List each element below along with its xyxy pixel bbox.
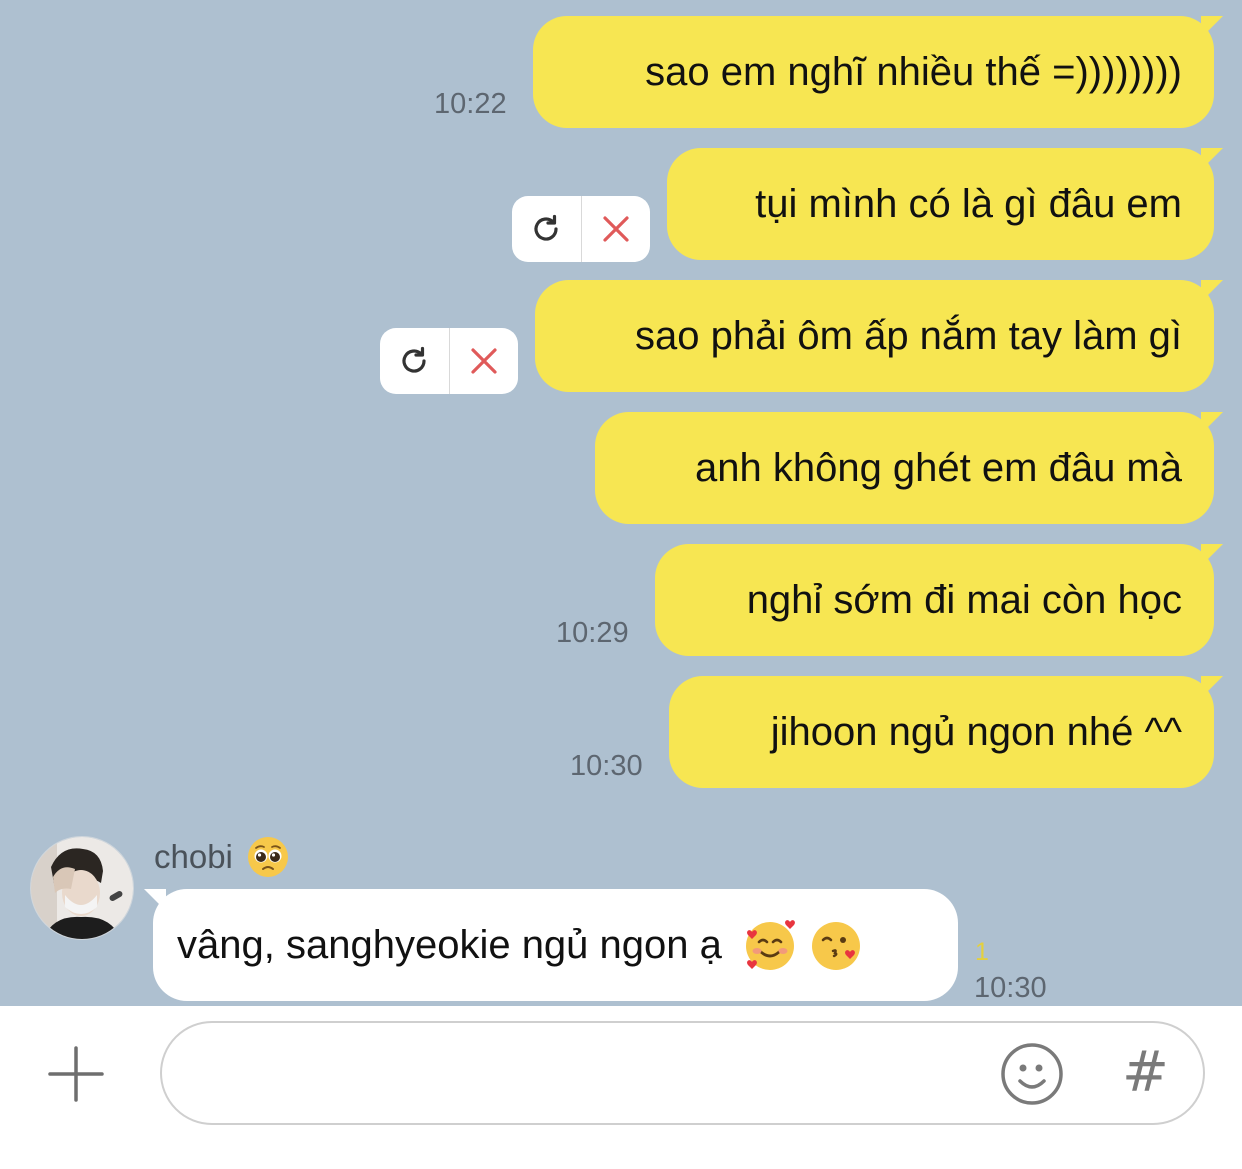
add-button[interactable]	[46, 1044, 106, 1104]
chat-area[interactable]: 10:22 sao em nghĩ nhiều thế =)))))))) tụ…	[0, 0, 1242, 1006]
close-icon	[471, 348, 497, 374]
plus-icon	[48, 1046, 104, 1102]
delete-button[interactable]	[580, 196, 651, 262]
outgoing-message[interactable]: anh không ghét em đâu mà	[595, 412, 1223, 524]
avatar[interactable]	[30, 836, 134, 940]
sender-name-row: chobi	[154, 836, 289, 878]
sender-name: chobi	[154, 838, 233, 875]
incoming-message[interactable]: vâng, sanghyeokie ngủ ngon ạ	[144, 889, 958, 1001]
profile-photo	[31, 837, 133, 939]
outgoing-message[interactable]: jihoon ngủ ngon nhé ^^	[669, 676, 1223, 788]
delete-button[interactable]	[448, 328, 519, 394]
timestamp: 10:29	[556, 617, 629, 649]
timestamp: 10:30	[570, 750, 643, 782]
outgoing-message[interactable]: sao phải ôm ấp nắm tay làm gì	[535, 280, 1223, 392]
resend-button[interactable]	[512, 196, 581, 262]
hashtag-button[interactable]: #	[1122, 1040, 1169, 1105]
smiling-face-with-hearts-icon	[745, 920, 795, 970]
outgoing-message[interactable]: nghỉ sớm đi mai còn học	[655, 544, 1223, 656]
incoming-message-text: vâng, sanghyeokie ngủ ngon ạ	[177, 922, 722, 967]
close-icon	[603, 216, 629, 242]
face-blowing-kiss-icon	[811, 922, 860, 970]
timestamp: 10:30	[974, 972, 1047, 1004]
smiley-icon	[1001, 1043, 1063, 1105]
timestamp: 10:22	[434, 88, 507, 120]
outgoing-message[interactable]: tụi mình có là gì đâu em	[667, 148, 1223, 260]
refresh-icon	[402, 346, 426, 373]
resend-button[interactable]	[380, 328, 449, 394]
outgoing-message[interactable]: sao em nghĩ nhiều thế =))))))))	[533, 16, 1223, 128]
unread-count: 1	[975, 938, 989, 966]
pleading-face-icon	[247, 837, 288, 877]
failed-message-actions	[512, 196, 650, 262]
emoji-button[interactable]	[999, 1041, 1065, 1107]
failed-message-actions	[380, 328, 518, 394]
refresh-icon	[534, 214, 558, 241]
